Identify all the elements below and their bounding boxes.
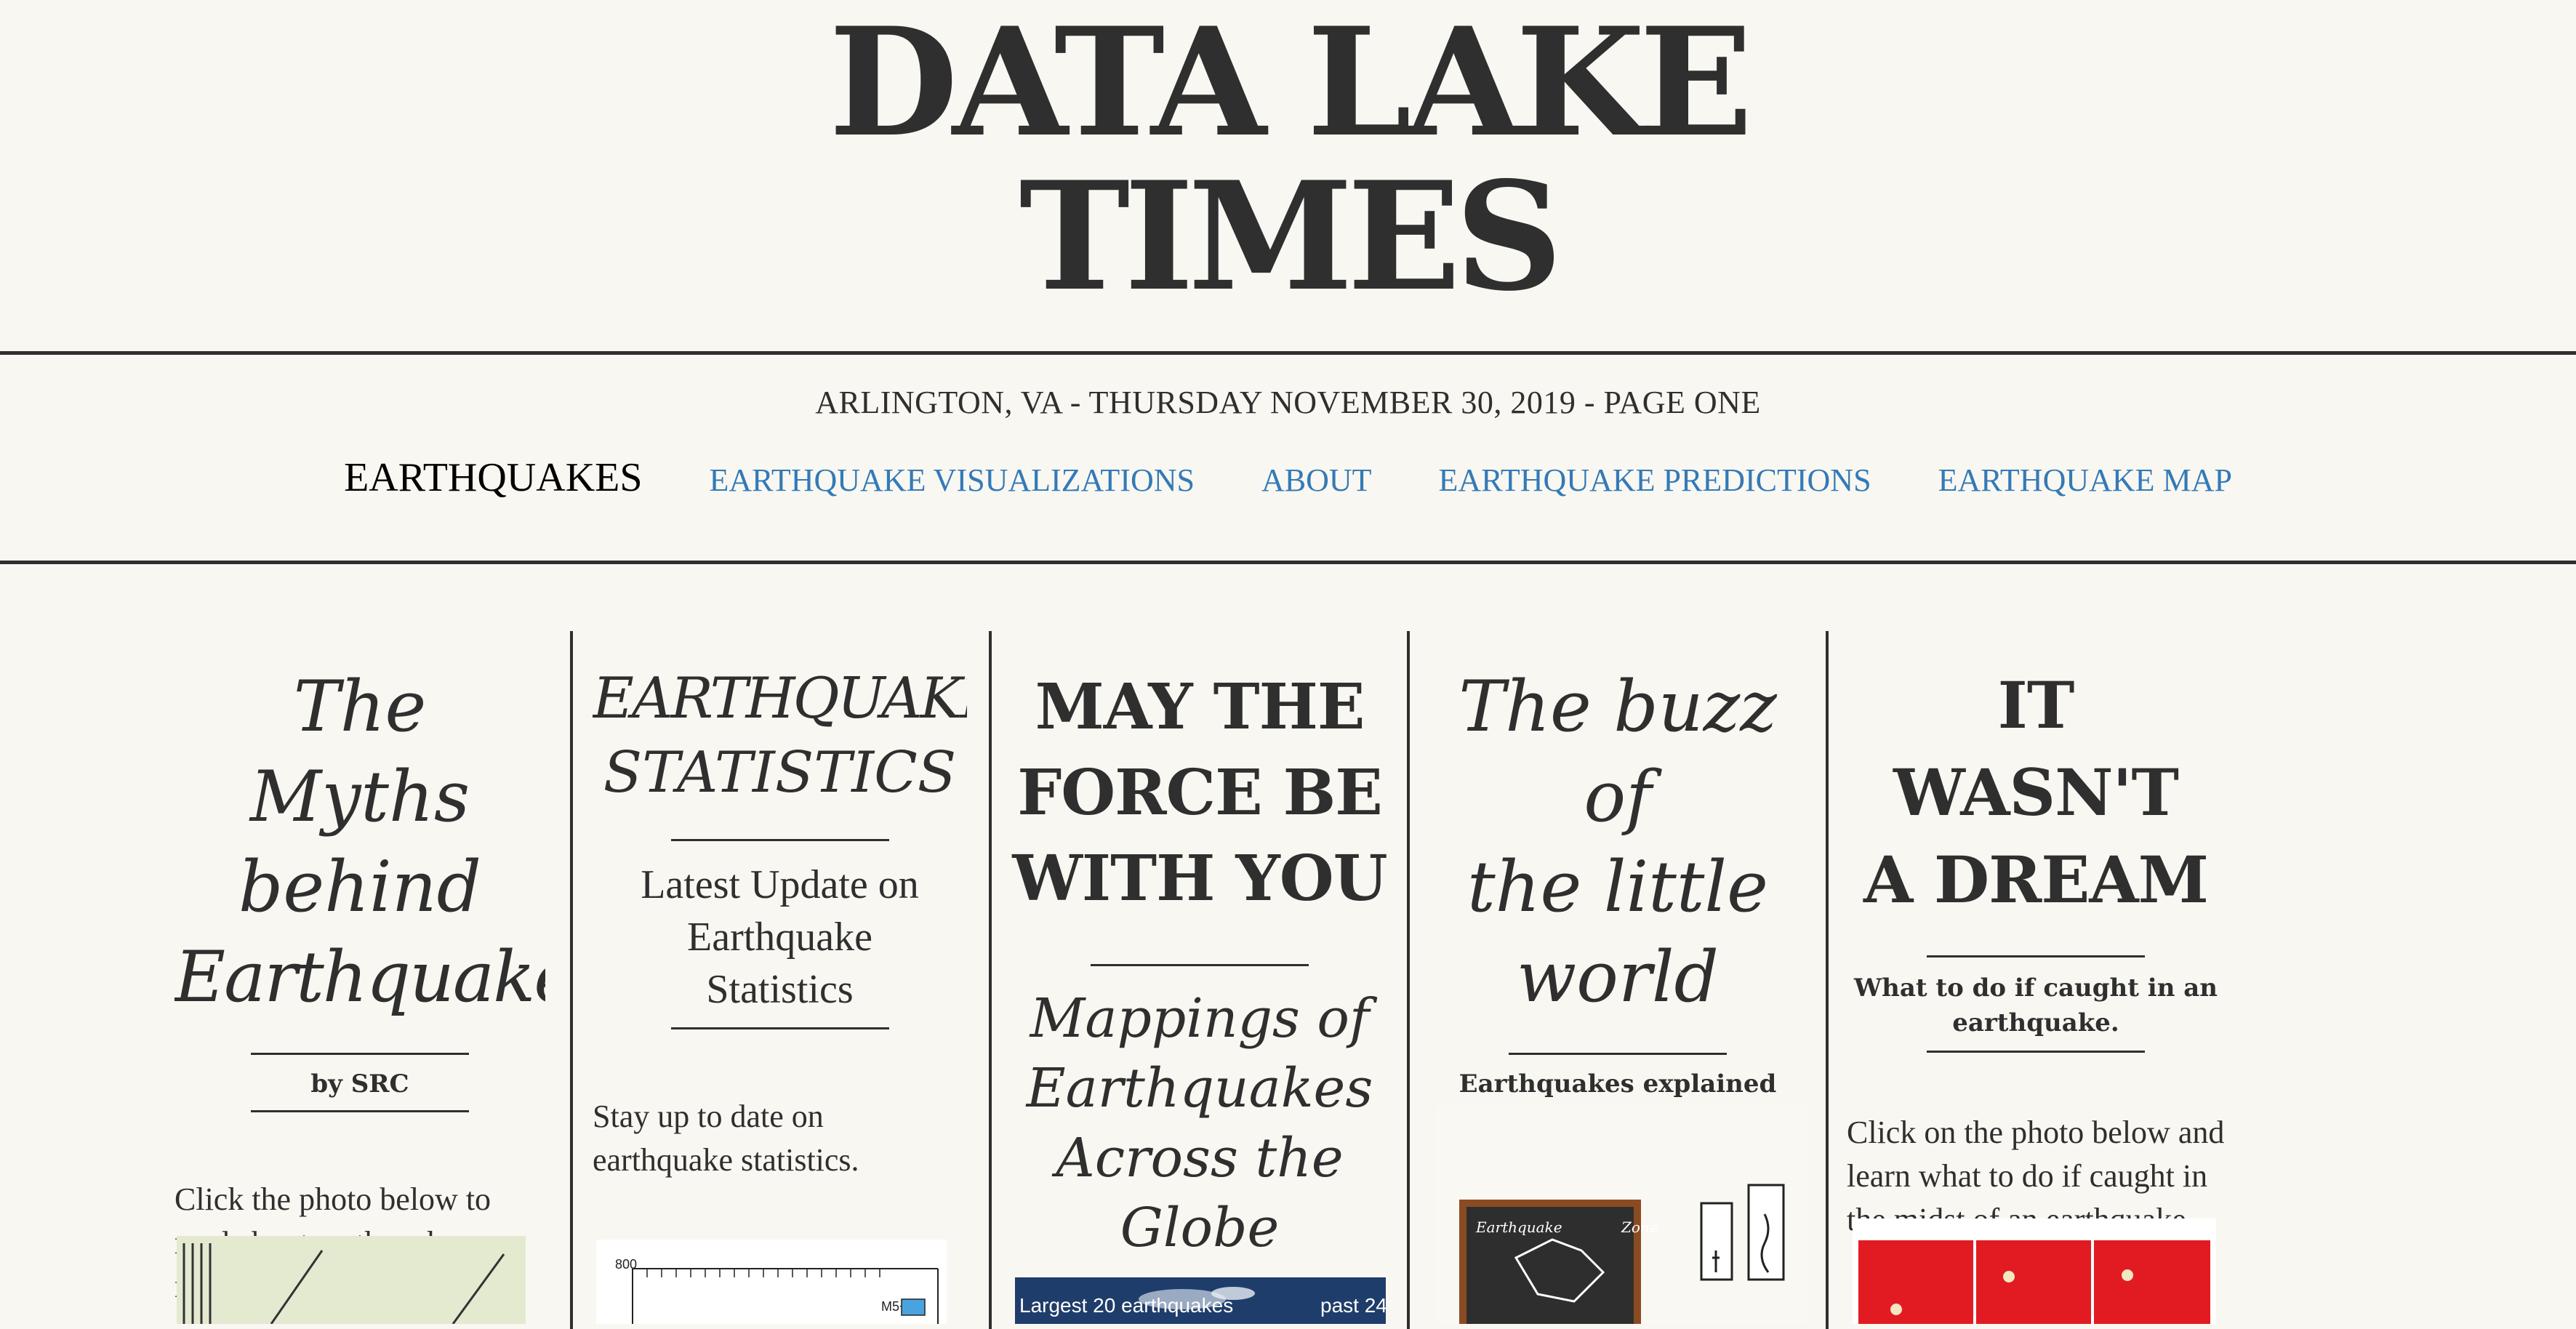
headline-line: The Myths bbox=[249, 666, 470, 838]
headline-line: IT WASN'T bbox=[1893, 667, 2179, 830]
article-teaser: Stay up to date on earthquake statistics… bbox=[593, 1099, 859, 1178]
site-title-line-1: DATA LAKE bbox=[828, 0, 1753, 170]
subhead-rule bbox=[670, 1027, 889, 1029]
red-lockers-illustration bbox=[1853, 1218, 2216, 1324]
headline-line: MAY THE bbox=[1035, 670, 1365, 744]
board-right-label: Zone bbox=[1621, 1218, 1658, 1236]
buzz-photo[interactable]: Earthquake Zone bbox=[1436, 1105, 1807, 1324]
site-title: DATA LAKE TIMES bbox=[0, 0, 2576, 314]
article-headline[interactable]: EARTHQUAKE STATISTICS bbox=[593, 662, 967, 810]
chart-y-tick: 800 bbox=[615, 1257, 637, 1272]
subhead: Mappings of Earthquakes Across the Globe bbox=[1011, 984, 1389, 1263]
nav-earthquake-map[interactable]: EARTHQUAKE MAP bbox=[1938, 462, 2232, 499]
article-statistics: EARTHQUAKE STATISTICS Latest Update on E… bbox=[593, 631, 967, 1329]
article-headline[interactable]: The buzz of the little world bbox=[1429, 662, 1807, 1022]
headline-line: behind bbox=[238, 846, 482, 928]
banner-right-text: past 24 hrs bbox=[1320, 1294, 1386, 1317]
column-divider bbox=[1826, 631, 1829, 1329]
statistics-chart-image: 800 M5+ bbox=[596, 1240, 947, 1324]
byline-line: What to do if caught in an bbox=[1853, 973, 2218, 1003]
byline-rule bbox=[1927, 1051, 2145, 1053]
column-divider bbox=[1407, 631, 1410, 1329]
column-divider bbox=[570, 631, 573, 1329]
nav-earthquakes[interactable]: EARTHQUAKES bbox=[344, 454, 642, 501]
subhead-line: Mappings of bbox=[1030, 987, 1370, 1050]
article-myths: The Myths behind Earthquakes by SRC Clic… bbox=[174, 631, 545, 1329]
dream-photo[interactable] bbox=[1853, 1218, 2216, 1324]
article-force: MAY THE FORCE BE WITH YOU Mappings of Ea… bbox=[1011, 631, 1389, 1329]
column-divider bbox=[989, 631, 992, 1329]
main-nav: EARTHQUAKES EARTHQUAKE VISUALIZATIONS AB… bbox=[0, 454, 2576, 501]
article-headline[interactable]: The Myths behind Earthquakes bbox=[174, 662, 545, 1022]
headline-line: The buzz of bbox=[1458, 666, 1777, 838]
subhead-line: Across the Globe bbox=[1056, 1127, 1344, 1259]
byline: by SRC bbox=[310, 1069, 409, 1099]
statistics-chart-thumbnail[interactable]: 800 M5+ bbox=[596, 1240, 947, 1324]
byline-line: earthquake. bbox=[1952, 1008, 2119, 1037]
headline-line: A DREAM bbox=[1863, 842, 2209, 918]
headline-rule bbox=[251, 1053, 469, 1055]
subhead-line: Earthquakes bbox=[1026, 1057, 1373, 1120]
byline: Earthquakes explained bbox=[1458, 1069, 1777, 1099]
subhead: Latest Update on Earthquake Statistics bbox=[641, 862, 919, 1012]
myths-illustration-icon bbox=[177, 1236, 526, 1324]
top-rule bbox=[0, 351, 2576, 355]
nav-earthquake-visualizations[interactable]: EARTHQUAKE VISUALIZATIONS bbox=[709, 462, 1195, 499]
article-headline[interactable]: IT WASN'T A DREAM bbox=[1847, 662, 2225, 923]
site-title-line-2: TIMES bbox=[1019, 150, 1563, 324]
nav-about[interactable]: ABOUT bbox=[1261, 462, 1372, 499]
chart-legend-swatch bbox=[901, 1298, 926, 1316]
headline-line: world bbox=[1516, 936, 1719, 1018]
earthquake-map-banner[interactable]: Largest 20 earthquakes past 24 hrs bbox=[1015, 1277, 1386, 1324]
headline-line: EARTHQUAKE bbox=[593, 666, 967, 731]
headline-line: FORCE BE bbox=[1017, 756, 1383, 830]
nav-earthquake-predictions[interactable]: EARTHQUAKE PREDICTIONS bbox=[1439, 462, 1871, 499]
dateline: ARLINGTON, VA - THURSDAY NOVEMBER 30, 20… bbox=[815, 385, 1761, 420]
classroom-board-illustration: Earthquake Zone bbox=[1436, 1105, 1807, 1324]
article-headline[interactable]: MAY THE FORCE BE WITH YOU bbox=[1011, 664, 1389, 922]
world-map-banner-image: Largest 20 earthquakes past 24 hrs bbox=[1015, 1277, 1386, 1324]
myths-photo[interactable] bbox=[177, 1236, 526, 1324]
headline-rule bbox=[1509, 1053, 1727, 1055]
headline-rule bbox=[1927, 955, 2145, 957]
headline-line: STATISTICS bbox=[603, 740, 957, 806]
headline-rule bbox=[670, 839, 889, 841]
headline-line: WITH YOU bbox=[1012, 842, 1387, 915]
headline-line: the little bbox=[1467, 846, 1768, 928]
masthead: DATA LAKE TIMES bbox=[0, 0, 2576, 353]
headline-line: Earthquakes bbox=[174, 936, 545, 1018]
byline: What to do if caught in an earthquake. bbox=[1847, 971, 2225, 1040]
headline-rule bbox=[1091, 964, 1309, 966]
bottom-rule bbox=[0, 561, 2576, 564]
banner-left-text: Largest 20 earthquakes bbox=[1019, 1294, 1233, 1317]
byline-rule bbox=[251, 1110, 469, 1112]
board-left-label: Earthquake bbox=[1475, 1218, 1562, 1236]
